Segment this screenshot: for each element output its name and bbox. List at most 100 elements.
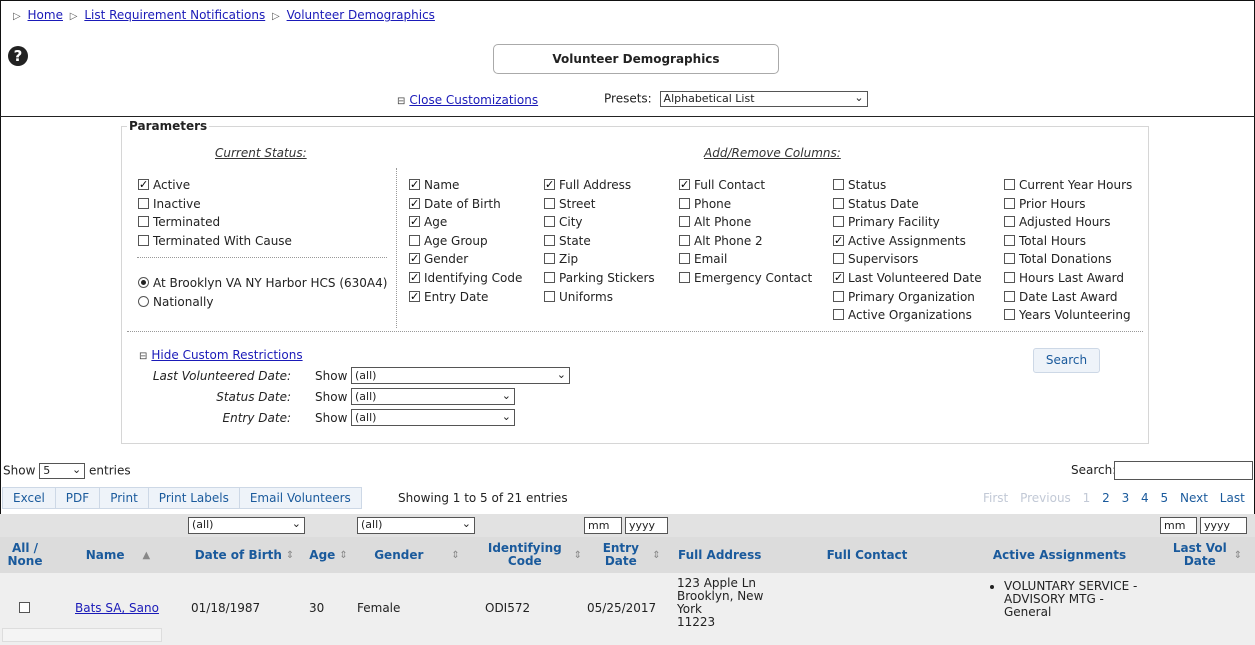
row-select-checkbox[interactable] bbox=[19, 602, 30, 613]
column-checkbox-full-address[interactable]: Full Address bbox=[544, 176, 631, 195]
column-checkbox-entry-date[interactable]: Entry Date bbox=[409, 288, 488, 307]
column-checkbox-prior-hours[interactable]: Prior Hours bbox=[1004, 195, 1086, 214]
breadcrumb-home-link[interactable]: Home bbox=[28, 8, 63, 22]
column-checkbox-active-assignments[interactable]: Active Assignments bbox=[833, 232, 966, 251]
column-checkbox-supervisors[interactable]: Supervisors bbox=[833, 250, 918, 269]
column-checkbox-alt-phone[interactable]: Alt Phone bbox=[679, 213, 751, 232]
header-entry-date[interactable]: Entry Date ⇕ bbox=[582, 537, 672, 573]
column-checkbox-adjusted-hours[interactable]: Adjusted Hours bbox=[1004, 213, 1110, 232]
column-checkbox-age[interactable]: Age bbox=[409, 213, 447, 232]
column-checkbox-total-hours[interactable]: Total Hours bbox=[1004, 232, 1086, 251]
header-name[interactable]: Name ▲ bbox=[50, 537, 186, 573]
lastvol-year-input[interactable]: yyyy bbox=[1200, 517, 1247, 534]
cell-dob: 01/18/1987 bbox=[191, 601, 261, 615]
scope-local-radio[interactable]: At Brooklyn VA NY Harbor HCS (630A4) bbox=[138, 274, 387, 293]
status-date-select[interactable]: (all) ⌄ bbox=[351, 388, 515, 405]
status-terminated-cause-checkbox[interactable]: Terminated With Cause bbox=[138, 232, 292, 251]
checkbox-icon bbox=[679, 197, 690, 209]
pager-page-4[interactable]: 4 bbox=[1141, 491, 1149, 505]
column-checkbox-full-contact[interactable]: Full Contact bbox=[679, 176, 765, 195]
column-checkbox-hours-last-award[interactable]: Hours Last Award bbox=[1004, 269, 1124, 288]
column-checkbox-last-volunteered-date[interactable]: Last Volunteered Date bbox=[833, 269, 982, 288]
header-age[interactable]: Age ⇕ bbox=[303, 537, 354, 573]
header-gender[interactable]: Gender ⇕ bbox=[354, 537, 480, 573]
scope-national-radio[interactable]: Nationally bbox=[138, 293, 213, 312]
column-checkbox-emergency-contact[interactable]: Emergency Contact bbox=[679, 269, 812, 288]
pager-page-2[interactable]: 2 bbox=[1102, 491, 1110, 505]
status-inactive-checkbox[interactable]: Inactive bbox=[138, 195, 201, 214]
column-checkbox-current-year-hours[interactable]: Current Year Hours bbox=[1004, 176, 1132, 195]
column-checkbox-uniforms[interactable]: Uniforms bbox=[544, 288, 613, 307]
presets-select[interactable]: Alphabetical List ⌄ bbox=[659, 91, 868, 107]
hide-custom-restrictions-link[interactable]: Hide Custom Restrictions bbox=[151, 348, 302, 362]
pager-previous[interactable]: Previous bbox=[1020, 491, 1071, 505]
entry-year-input[interactable]: yyyy bbox=[625, 517, 668, 534]
print-button[interactable]: Print bbox=[99, 487, 149, 509]
gender-filter-select[interactable]: (all) ⌄ bbox=[357, 517, 475, 534]
pager-next[interactable]: Next bbox=[1180, 491, 1208, 505]
excel-button[interactable]: Excel bbox=[2, 487, 56, 509]
chevron-down-icon: ⌄ bbox=[501, 410, 511, 423]
entry-date-select[interactable]: (all) ⌄ bbox=[351, 409, 515, 426]
sort-icon: ⇕ bbox=[451, 549, 460, 561]
search-button[interactable]: Search bbox=[1033, 348, 1100, 373]
column-checkbox-name[interactable]: Name bbox=[409, 176, 459, 195]
breadcrumb-volunteer-demographics-link[interactable]: Volunteer Demographics bbox=[287, 8, 435, 22]
column-checkbox-primary-facility[interactable]: Primary Facility bbox=[833, 213, 940, 232]
sort-icon: ⇕ bbox=[339, 549, 348, 561]
dob-filter-select[interactable]: (all) ⌄ bbox=[188, 517, 305, 534]
column-checkbox-parking-stickers[interactable]: Parking Stickers bbox=[544, 269, 655, 288]
breadcrumb-list-requirement-link[interactable]: List Requirement Notifications bbox=[84, 8, 265, 22]
pager-page-5[interactable]: 5 bbox=[1161, 491, 1169, 505]
lastvol-month-input[interactable]: mm bbox=[1160, 517, 1197, 534]
column-checkbox-gender[interactable]: Gender bbox=[409, 250, 468, 269]
triangle-right-icon: ▷ bbox=[13, 11, 21, 22]
email-volunteers-button[interactable]: Email Volunteers bbox=[238, 487, 362, 509]
print-labels-button[interactable]: Print Labels bbox=[147, 487, 240, 509]
column-checkbox-state[interactable]: State bbox=[544, 232, 591, 251]
entries-select[interactable]: 5 ⌄ bbox=[39, 463, 86, 479]
column-checkbox-years-volunteering[interactable]: Years Volunteering bbox=[1004, 306, 1131, 325]
pager-last[interactable]: Last bbox=[1220, 491, 1245, 505]
column-checkbox-date-last-award[interactable]: Date Last Award bbox=[1004, 288, 1118, 307]
column-checkbox-street[interactable]: Street bbox=[544, 195, 595, 214]
column-checkbox-city[interactable]: City bbox=[544, 213, 583, 232]
status-terminated-checkbox[interactable]: Terminated bbox=[138, 213, 220, 232]
pdf-button[interactable]: PDF bbox=[54, 487, 101, 509]
column-checkbox-email[interactable]: Email bbox=[679, 250, 727, 269]
header-identifying-code[interactable]: Identifying Code ⇕ bbox=[480, 537, 582, 573]
header-full-address[interactable]: Full Address bbox=[672, 537, 772, 573]
entry-month-input[interactable]: mm bbox=[584, 517, 622, 534]
column-checkbox-age-group[interactable]: Age Group bbox=[409, 232, 488, 251]
column-checkbox-zip[interactable]: Zip bbox=[544, 250, 578, 269]
header-last-vol-date[interactable]: Last Vol Date ⇕ bbox=[1157, 537, 1255, 573]
header-dob[interactable]: Date of Birth ⇕ bbox=[186, 537, 303, 573]
help-icon[interactable]: ? bbox=[8, 46, 28, 66]
pager-first[interactable]: First bbox=[983, 491, 1008, 505]
column-checkbox-identifying-code[interactable]: Identifying Code bbox=[409, 269, 522, 288]
column-checkbox-primary-organization[interactable]: Primary Organization bbox=[833, 288, 975, 307]
last-volunteered-date-select[interactable]: (all) ⌄ bbox=[351, 367, 570, 384]
pager-page-1[interactable]: 1 bbox=[1083, 491, 1091, 505]
column-checkbox-date-of-birth[interactable]: Date of Birth bbox=[409, 195, 501, 214]
checkbox-icon bbox=[833, 216, 844, 228]
checkbox-label: Age Group bbox=[424, 233, 488, 248]
header-all-none[interactable]: All / None bbox=[0, 537, 50, 573]
column-checkbox-alt-phone-2[interactable]: Alt Phone 2 bbox=[679, 232, 763, 251]
table-search-input[interactable] bbox=[1114, 461, 1253, 480]
column-checkbox-status-date[interactable]: Status Date bbox=[833, 195, 919, 214]
header-active-assignments[interactable]: Active Assignments bbox=[962, 537, 1157, 573]
column-checkbox-status[interactable]: Status bbox=[833, 176, 886, 195]
column-checkbox-total-donations[interactable]: Total Donations bbox=[1004, 250, 1112, 269]
close-customizations-link[interactable]: Close Customizations bbox=[409, 93, 538, 107]
checkbox-label: Terminated bbox=[153, 215, 221, 229]
volunteer-name-link[interactable]: Bats SA, Sano bbox=[75, 601, 159, 615]
column-checkbox-phone[interactable]: Phone bbox=[679, 195, 731, 214]
checkbox-label: Total Donations bbox=[1019, 252, 1112, 267]
checkbox-icon bbox=[544, 290, 555, 302]
assignment-item: VOLUNTARY SERVICE - ADVISORY MTG - Gener… bbox=[1004, 580, 1150, 619]
pager-page-3[interactable]: 3 bbox=[1122, 491, 1130, 505]
status-active-checkbox[interactable]: Active bbox=[138, 176, 190, 195]
column-checkbox-active-organizations[interactable]: Active Organizations bbox=[833, 306, 972, 325]
header-full-contact[interactable]: Full Contact bbox=[772, 537, 962, 573]
